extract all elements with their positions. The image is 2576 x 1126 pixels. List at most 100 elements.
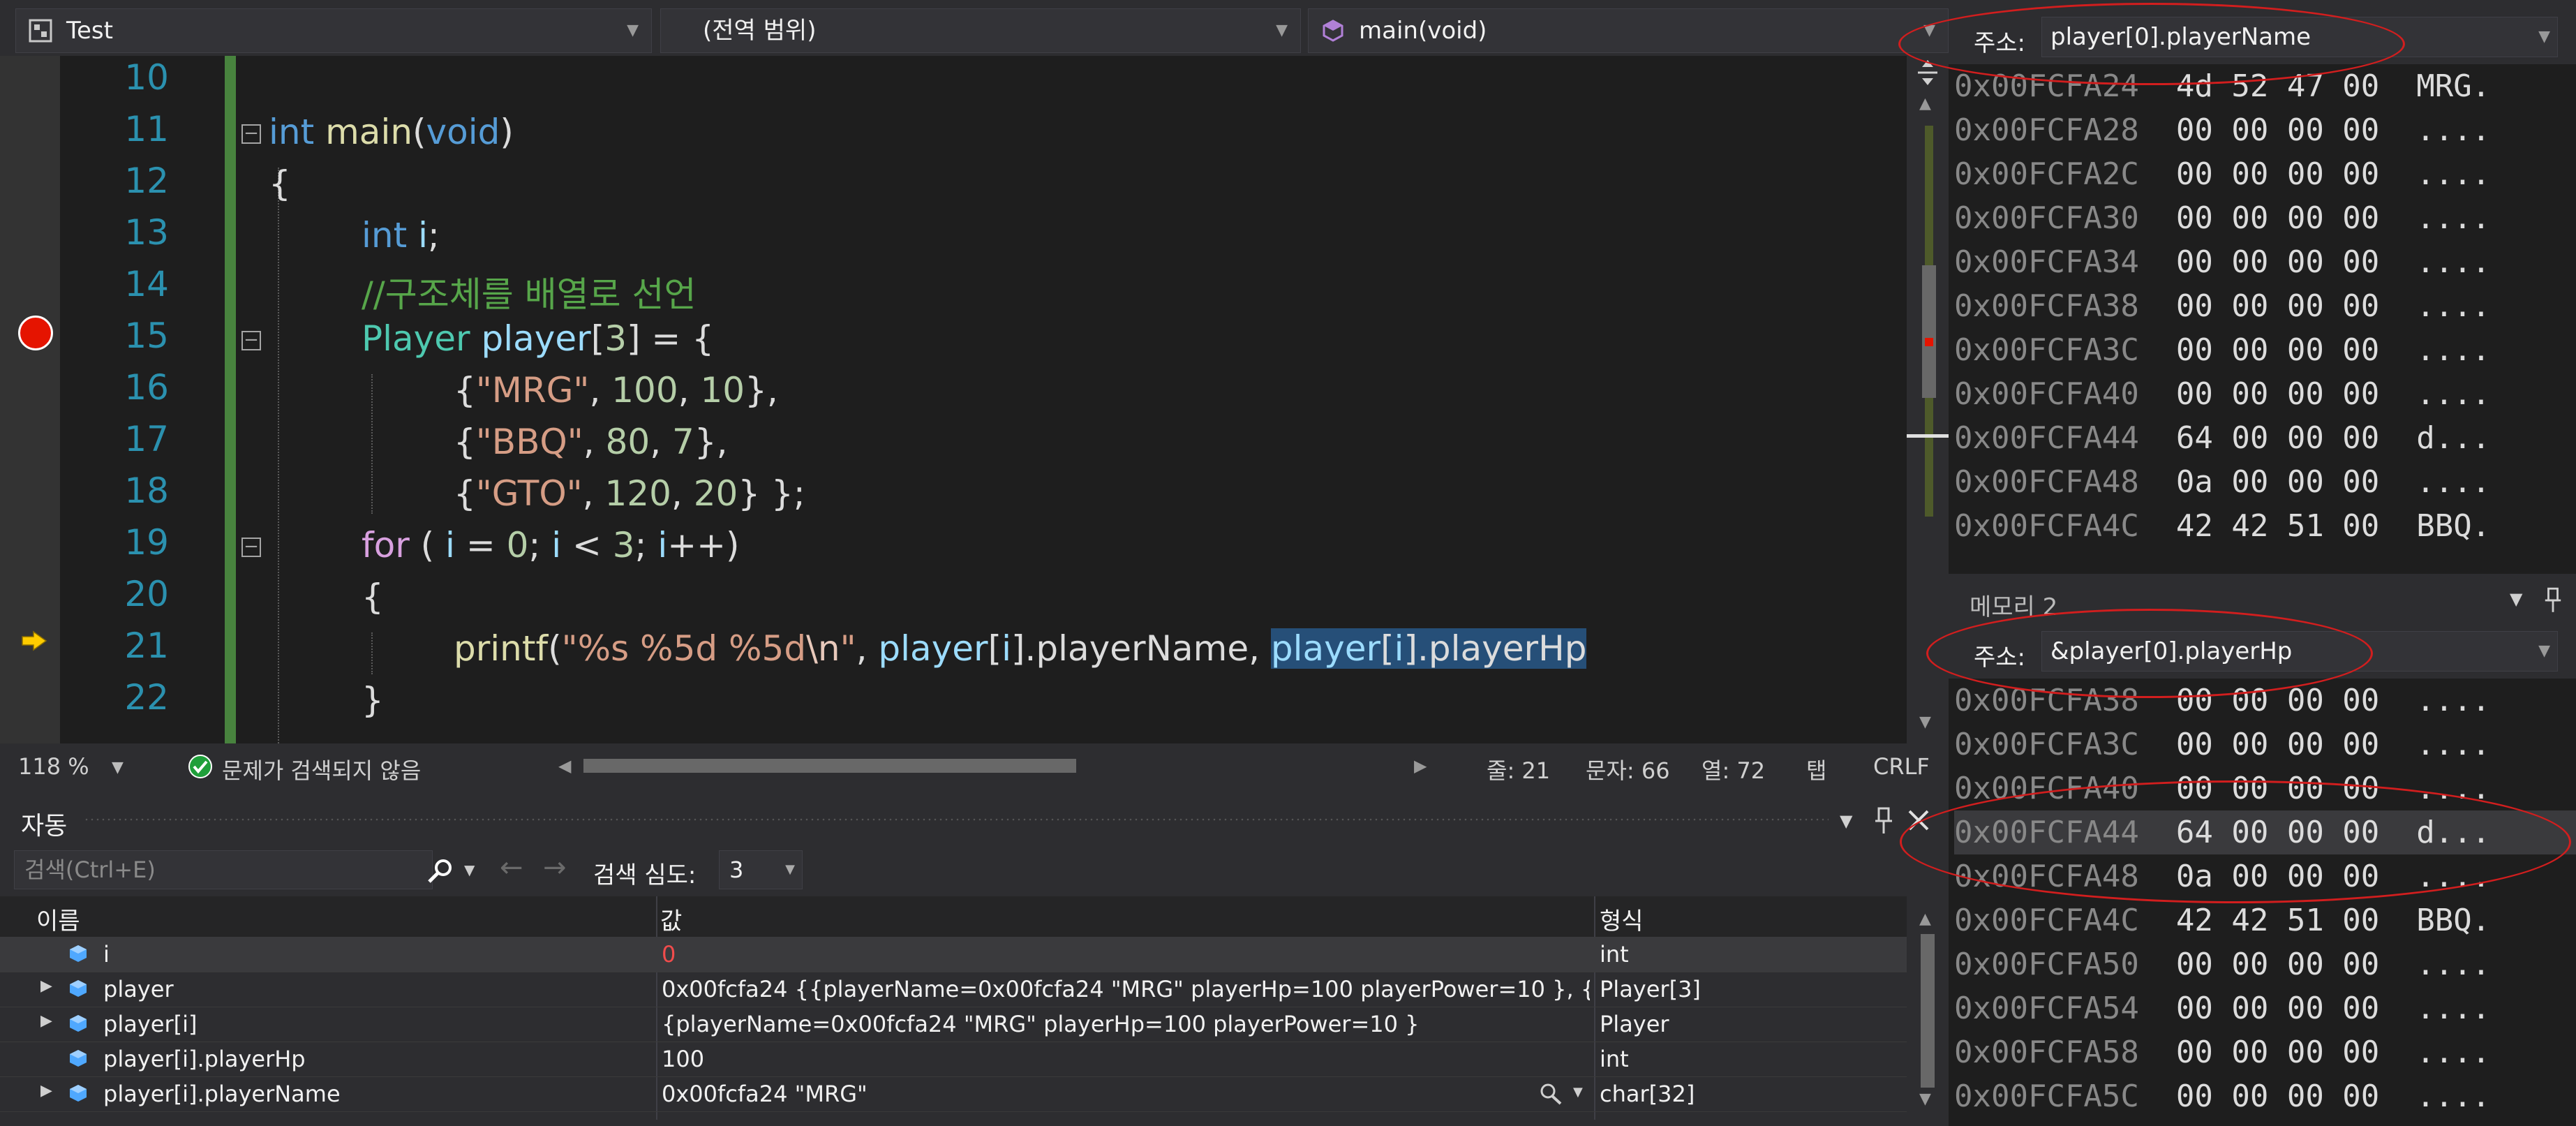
drag-grip[interactable] [84, 817, 1829, 824]
tab-indicator[interactable]: 탭 [1806, 753, 1826, 785]
chevron-down-icon[interactable]: ▼ [1573, 1085, 1583, 1099]
memory-hex[interactable]: 00 00 00 00 [2176, 244, 2379, 280]
search-depth-select[interactable]: 3 ▼ [719, 850, 803, 889]
scroll-down-icon[interactable]: ▼ [1919, 1090, 1931, 1108]
memory-hex[interactable]: 00 00 00 00 [2176, 991, 2379, 1026]
scrollbar-thumb[interactable] [1922, 265, 1936, 398]
memory-hex[interactable]: 42 42 51 00 [2176, 508, 2379, 544]
memory-row[interactable]: 0x00FCFA38 00 00 00 00 .... [1954, 284, 2576, 328]
memory-address: 0x00FCFA3C [1954, 332, 2139, 368]
table-row[interactable]: i 0 int [0, 937, 1907, 972]
memory-hex[interactable]: 64 00 00 00 [2176, 420, 2379, 456]
memory-hex[interactable]: 00 00 00 00 [2176, 288, 2379, 324]
issues-status[interactable]: 문제가 검색되지 않음 [222, 753, 421, 785]
function-dropdown[interactable]: main(void) ▼ [1308, 8, 1949, 53]
memory-hex[interactable]: 00 00 00 00 [2176, 947, 2379, 982]
char-indicator[interactable]: 문자: 66 [1586, 753, 1670, 785]
expand-icon[interactable]: ▶ [40, 1082, 52, 1099]
memory-row[interactable]: 0x00FCFA4C 42 42 51 00 BBQ. [1954, 898, 2576, 942]
chevron-down-icon[interactable]: ▼ [2538, 632, 2550, 671]
memory-hex[interactable]: 00 00 00 00 [2176, 727, 2379, 762]
row-value[interactable]: 0x00fcfa24 "MRG" [662, 1081, 868, 1107]
memory-row[interactable]: 0x00FCFA3C 00 00 00 00 .... [1954, 328, 2576, 372]
table-row[interactable]: ▶ player 0x00fcfa24 {{playerName=0x00fcf… [0, 972, 1907, 1007]
row-type: Player [1600, 1011, 1669, 1037]
chevron-down-icon[interactable]: ▼ [464, 851, 475, 889]
code-editor[interactable]: 10 11 12 13 14 15 16 17 18 19 20 21 22 −… [0, 56, 1907, 743]
window-menu-chevron-icon[interactable]: ▼ [1840, 811, 1852, 831]
memory-row[interactable]: 0x00FCFA30 00 00 00 00 .... [1954, 196, 2576, 240]
scroll-down-icon[interactable]: ▼ [1919, 713, 1931, 731]
line-indicator[interactable]: 줄: 21 [1487, 753, 1550, 785]
memory-address: 0x00FCFA38 [1954, 288, 2139, 324]
project-dropdown[interactable]: Test ▼ [15, 8, 652, 53]
memory-row[interactable]: 0x00FCFA3C 00 00 00 00 .... [1954, 723, 2576, 766]
memory-row[interactable]: 0x00FCFA34 00 00 00 00 .... [1954, 240, 2576, 284]
memory-row[interactable]: 0x00FCFA5C 00 00 00 00 .... [1954, 1074, 2576, 1118]
pin-icon[interactable] [2543, 586, 2563, 614]
memory-row[interactable]: 0x00FCFA28 00 00 00 00 .... [1954, 108, 2576, 152]
line-ending-indicator[interactable]: CRLF [1873, 753, 1930, 780]
column-header-type[interactable]: 형식 [1600, 902, 1644, 936]
memory-row[interactable]: 0x00FCFA54 00 00 00 00 .... [1954, 986, 2576, 1030]
window-menu-chevron-icon[interactable]: ▼ [2510, 589, 2522, 609]
table-row[interactable]: player[i].playerHp 100 int [0, 1042, 1907, 1077]
row-value[interactable]: 100 [662, 1046, 704, 1072]
back-arrow-icon[interactable]: ← [500, 852, 523, 884]
collapse-icon[interactable]: − [241, 331, 261, 350]
memory-text: .... [2416, 947, 2491, 982]
horizontal-scrollbar-thumb[interactable] [583, 759, 1076, 773]
collapse-icon[interactable]: − [241, 124, 261, 144]
memory-row[interactable]: 0x00FCFA4C 42 42 51 00 BBQ. [1954, 504, 2576, 548]
memory-hex[interactable]: 00 00 00 00 [2176, 332, 2379, 368]
memory-row[interactable]: 0x00FCFA44 64 00 00 00 d... [1954, 416, 2576, 460]
row-value[interactable]: 0x00fcfa24 {{playerName=0x00fcfa24 "MRG"… [662, 976, 1590, 1002]
breakpoint-marker [1925, 338, 1933, 346]
scroll-right-icon[interactable]: ▶ [1414, 756, 1427, 776]
memory-hex[interactable]: 00 00 00 00 [2176, 156, 2379, 192]
memory-hex[interactable]: 00 00 00 00 [2176, 200, 2379, 236]
magnifier-visualizer-icon[interactable] [1538, 1082, 1563, 1106]
expand-icon[interactable]: ▶ [40, 977, 52, 995]
scrollbar-thumb[interactable] [1921, 934, 1935, 1088]
row-name: player [103, 976, 174, 1002]
memory-hex[interactable]: 00 00 00 00 [2176, 376, 2379, 412]
memory-hex[interactable]: 00 00 00 00 [2176, 1079, 2379, 1114]
memory-row[interactable]: 0x00FCFA50 00 00 00 00 .... [1954, 942, 2576, 986]
memory-row[interactable]: 0x00FCFA58 00 00 00 00 .... [1954, 1030, 2576, 1074]
scroll-up-icon[interactable]: ▲ [1919, 95, 1931, 112]
scope-dropdown[interactable]: (전역 범위) ▼ [660, 8, 1301, 53]
memory-hex[interactable]: 00 00 00 00 [2176, 112, 2379, 148]
memory-row[interactable]: 0x00FCFA40 00 00 00 00 .... [1954, 372, 2576, 416]
memory-row[interactable]: 0x00FCFA2C 00 00 00 00 .... [1954, 152, 2576, 196]
search-icon[interactable] [426, 858, 454, 884]
zoom-level[interactable]: 118 % [18, 753, 89, 780]
memory-hex[interactable]: 00 00 00 00 [2176, 1035, 2379, 1070]
memory-row[interactable]: 0x00FCFA48 0a 00 00 00 .... [1954, 460, 2576, 504]
table-row[interactable]: ▶ player[i].playerName 0x00fcfa24 "MRG" … [0, 1076, 1907, 1112]
chevron-down-icon[interactable]: ▼ [112, 759, 124, 776]
breakpoint-icon[interactable] [18, 316, 53, 350]
line-number: 22 [124, 677, 169, 718]
column-header-name[interactable]: 이름 [36, 902, 80, 936]
code-line-18: {"GTO", 120, 20} }; [454, 473, 805, 514]
scroll-left-icon[interactable]: ◀ [558, 756, 571, 776]
auto-vertical-scrollbar[interactable]: ▲ ▼ [1907, 908, 1949, 1126]
scroll-up-icon[interactable]: ▲ [1919, 910, 1931, 928]
chevron-down-icon[interactable]: ▼ [2538, 17, 2550, 57]
collapse-icon[interactable]: − [241, 538, 261, 557]
memory-hex[interactable]: 0a 00 00 00 [2176, 464, 2379, 500]
editor-status-bar: 118 % ▼ 문제가 검색되지 않음 ◀ ▶ 줄: 21 문자: 66 열: … [0, 743, 1949, 787]
row-value[interactable]: {playerName=0x00fcfa24 "MRG" playerHp=10… [662, 1011, 1420, 1037]
memory-hex[interactable]: 42 42 51 00 [2176, 903, 2379, 938]
column-header-value[interactable]: 값 [660, 902, 682, 936]
table-row[interactable]: ▶ player[i] {playerName=0x00fcfa24 "MRG"… [0, 1007, 1907, 1042]
pin-icon[interactable] [1873, 807, 1894, 835]
search-input[interactable]: 검색(Ctrl+E) ▼ [14, 850, 475, 889]
annotation-ellipse [1926, 609, 2373, 698]
forward-arrow-icon[interactable]: → [543, 852, 567, 884]
expand-icon[interactable]: ▶ [40, 1012, 52, 1030]
row-value[interactable]: 0 [662, 941, 676, 968]
code-line-20: { [362, 577, 384, 617]
column-indicator[interactable]: 열: 72 [1702, 753, 1765, 785]
